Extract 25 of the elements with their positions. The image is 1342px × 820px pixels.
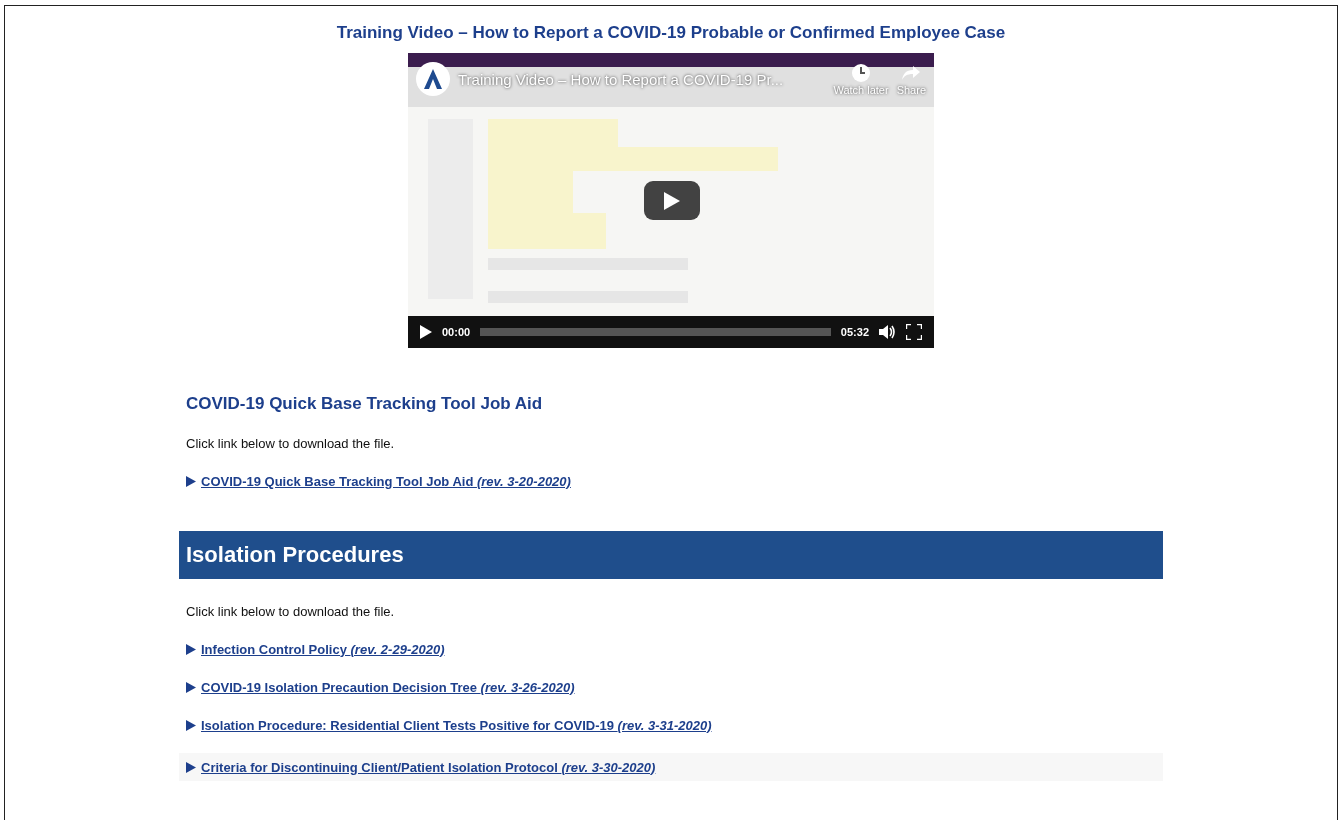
instruction-text: Click link below to download the file. [185, 604, 396, 619]
triangle-icon [186, 475, 196, 487]
duration: 05:32 [840, 326, 869, 338]
triangle-icon [186, 719, 196, 731]
fullscreen-icon[interactable] [906, 324, 922, 340]
logo-icon [416, 62, 450, 96]
triangle-icon [186, 643, 196, 655]
play-icon[interactable] [420, 325, 432, 339]
download-link[interactable]: COVID-19 Quick Base Tracking Tool Job Aid (rev. 3-20-2020) [201, 473, 571, 489]
play-button[interactable] [644, 181, 700, 220]
download-link[interactable]: Infection Control Policy (rev. 2-29-2020) [201, 641, 445, 657]
current-time: 00:00 [442, 326, 471, 338]
triangle-icon [186, 761, 196, 773]
page-title: Training Video – How to Report a COVID-19 Probable or Confirmed Employee Case [335, 22, 1007, 44]
download-link[interactable]: COVID-19 Isolation Precaution Decision Tree (rev. 3-26-2020) [201, 679, 575, 695]
instruction-text: Click link below to download the file. [185, 436, 396, 451]
watch-later-label[interactable]: Watch later [833, 83, 889, 96]
download-link[interactable]: Isolation Procedure: Residential Client Tests Positive for COVID-19 (rev. 3-31-2020) [201, 717, 712, 733]
play-icon [664, 191, 680, 210]
volume-icon[interactable] [879, 325, 896, 339]
clock-icon[interactable] [851, 62, 871, 83]
section-banner: Isolation Procedures [179, 531, 1163, 579]
share-label[interactable]: Share [896, 83, 926, 96]
section-heading: COVID-19 Quick Base Tracking Tool Job Aid [185, 393, 544, 414]
triangle-icon [186, 681, 196, 693]
